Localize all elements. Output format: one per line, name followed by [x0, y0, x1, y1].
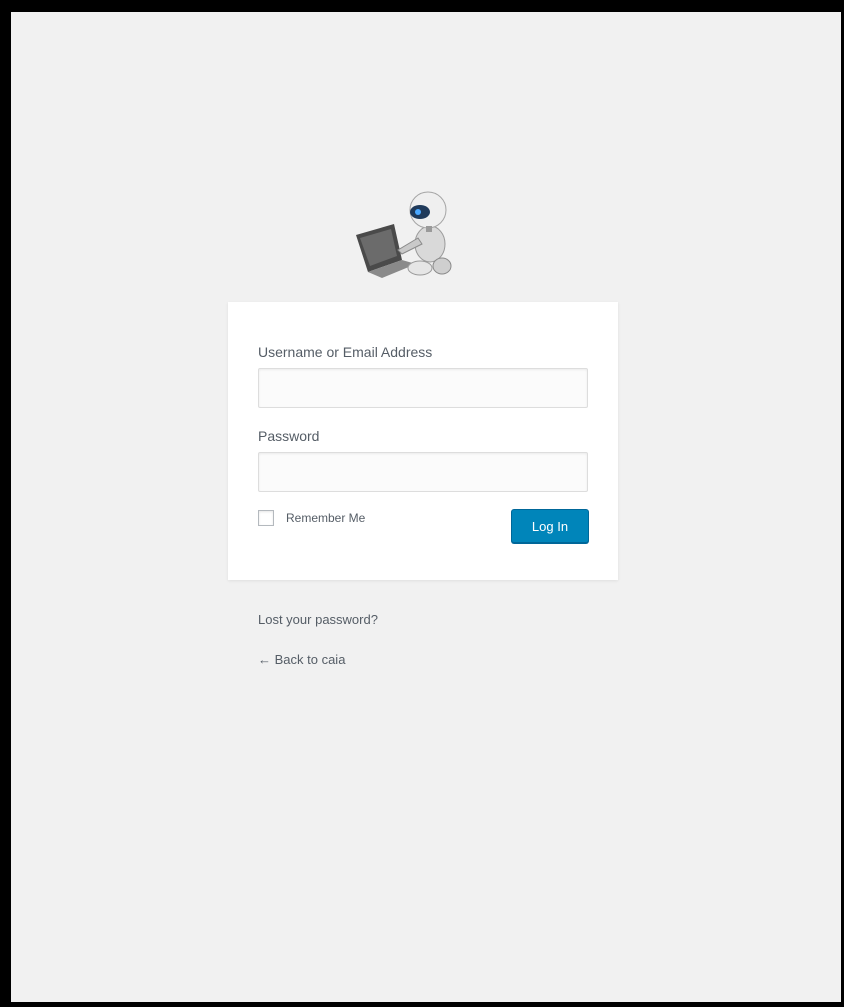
password-input[interactable]: [258, 452, 588, 492]
robot-with-laptop-icon[interactable]: [346, 180, 456, 290]
password-label: Password: [258, 428, 320, 444]
login-form: Username or Email Address Password Remem…: [228, 302, 618, 580]
back-to-site-link[interactable]: ← Back to caia: [258, 652, 345, 667]
screenshot-frame: Username or Email Address Password Remem…: [0, 0, 844, 1007]
login-button[interactable]: Log In: [511, 509, 589, 543]
username-input[interactable]: [258, 368, 588, 408]
lost-password-link[interactable]: Lost your password?: [258, 612, 378, 627]
remember-me-label[interactable]: Remember Me: [286, 511, 365, 525]
username-label: Username or Email Address: [258, 344, 433, 360]
remember-me[interactable]: Remember Me: [258, 510, 365, 526]
login-page: Username or Email Address Password Remem…: [11, 12, 841, 1002]
remember-me-checkbox[interactable]: [258, 510, 274, 526]
